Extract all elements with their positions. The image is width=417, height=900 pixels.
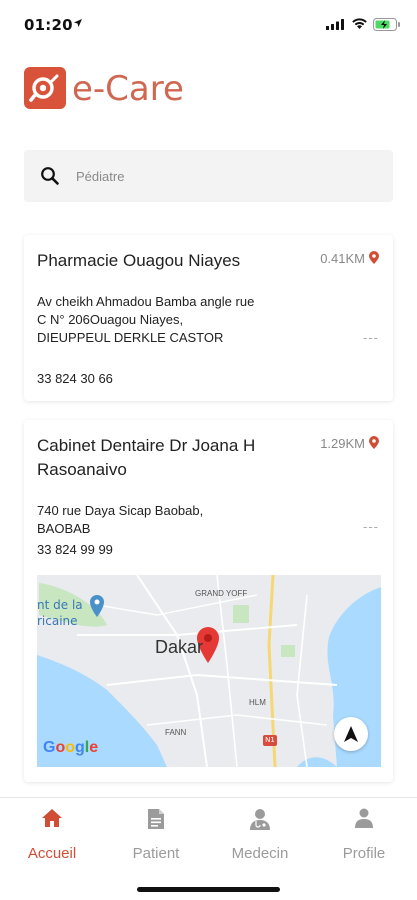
search-icon[interactable] [40, 166, 60, 186]
battery-icon [373, 18, 400, 31]
result-distance: 0.41KM [320, 251, 365, 266]
result-distance: 1.29KM [320, 436, 365, 451]
home-indicator [137, 887, 280, 892]
document-icon [148, 809, 164, 829]
result-phone[interactable]: 33 824 30 66 [37, 371, 113, 386]
tab-patient[interactable]: Patient [104, 798, 208, 878]
person-icon [355, 808, 373, 828]
map-label-dakar: Dakar [155, 637, 204, 657]
tab-label: Accueil [27, 845, 77, 862]
tab-label: Medecin [231, 845, 289, 862]
location-arrow-icon [74, 19, 82, 27]
tab-accueil[interactable]: Accueil [0, 798, 104, 878]
map-label-hlm: HLM [249, 698, 266, 707]
result-name: Cabinet Dentaire Dr Joana H Rasoanaivo [37, 436, 256, 479]
map-view[interactable]: GRAND YOFF Dakar HLM FANN nt de la ricai… [37, 575, 381, 767]
road-marker: N1 [263, 735, 277, 746]
result-name: Pharmacie Ouagou Niayes [37, 251, 241, 270]
result-phone[interactable]: 33 824 99 99 [37, 542, 113, 557]
bottom-tab-bar: Accueil Patient Medecin Profile [0, 797, 417, 900]
status-time: 01:20 [24, 16, 73, 34]
stethoscope-icon [29, 74, 59, 102]
recenter-button[interactable] [334, 717, 368, 751]
more-options[interactable]: --- [363, 331, 379, 345]
tab-label: Patient [132, 845, 180, 862]
location-pin-icon [369, 251, 379, 264]
logo-badge [24, 67, 66, 109]
status-bar: 01:20 [0, 0, 417, 50]
map-label-grand-yoff: GRAND YOFF [195, 589, 248, 598]
cellular-signal-icon [326, 19, 344, 30]
tab-profile[interactable]: Profile [312, 798, 416, 878]
location-pin-icon [369, 436, 379, 449]
tab-label: Profile [342, 845, 386, 862]
result-card[interactable]: Cabinet Dentaire Dr Joana H Rasoanaivo 1… [24, 420, 393, 782]
navigation-arrow-icon [344, 726, 358, 742]
result-address: Av cheikh Ahmadou Bamba angle rue C N° 2… [37, 294, 255, 345]
google-logo: Google [43, 739, 99, 756]
map-label-fann: FANN [165, 728, 187, 737]
map-poi-label: nt de la ricaine [37, 598, 83, 628]
result-address: 740 rue Daya Sicap Baobab, BAOBAB [37, 503, 204, 536]
more-options[interactable]: --- [363, 520, 379, 534]
wifi-icon [352, 18, 367, 29]
search-bar[interactable] [24, 150, 393, 202]
home-icon [42, 809, 62, 827]
logo-text: e-Care [72, 69, 184, 109]
search-input[interactable] [76, 164, 376, 188]
result-card[interactable]: Pharmacie Ouagou Niayes 0.41KM Av cheikh… [24, 235, 393, 401]
tab-medecin[interactable]: Medecin [208, 798, 312, 878]
doctor-icon [250, 809, 270, 830]
